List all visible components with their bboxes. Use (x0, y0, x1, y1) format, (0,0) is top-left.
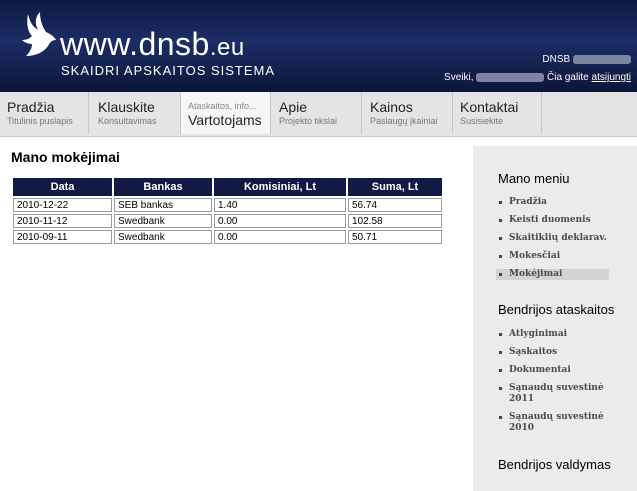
table-header-row: Data Bankas Komisiniai, Lt Suma, Lt (13, 178, 442, 196)
report-item-atlyginimai[interactable]: Atlyginimai (498, 329, 609, 340)
report-item-saskaitos[interactable]: Sąskaitos (498, 347, 609, 358)
table-row: 2010-09-11 Swedbank 0.00 50.71 (13, 230, 442, 244)
table-row: 2010-11-12 Swedbank 0.00 102.58 (13, 214, 442, 228)
cell-date: 2010-11-12 (13, 214, 112, 228)
cell-amount: 102.58 (348, 214, 442, 228)
nav-kainos[interactable]: Kainos Paslaugų įkainiai (363, 92, 453, 134)
cell-bank: Swedbank (114, 214, 212, 228)
my-menu-heading: Mano meniu (498, 171, 570, 186)
cell-bank: Swedbank (114, 230, 212, 244)
sidebar: Mano meniu Pradžia Keisti duomenis Skait… (473, 146, 637, 491)
site-header: www.dnsb.eu SKAIDRI APSKAITOS SISTEMA DN… (0, 0, 637, 92)
nav-title: Vartotojams (188, 112, 262, 128)
column-header-date: Data (13, 178, 112, 196)
nav-kontaktai[interactable]: Kontaktai Susisiekite (453, 92, 542, 134)
greeting-line: Sveiki, Čia galite atsijungti (444, 72, 631, 83)
user-name-redacted (476, 72, 545, 82)
nav-subtitle: Ataskaitos, info... (188, 101, 257, 111)
nav-klauskite[interactable]: Klauskite Konsultavimas (91, 92, 181, 134)
nav-title: Kainos (370, 99, 413, 115)
logout-link[interactable]: atsijungti (592, 72, 631, 83)
report-item-sanaudu-2010[interactable]: Sąnaudų suvestinė 2010 (498, 412, 609, 434)
org-label-line: DNSB (542, 54, 631, 65)
my-menu-list: Pradžia Keisti duomenis Skaitiklių dekla… (496, 197, 609, 287)
report-item-sanaudu-2011[interactable]: Sąnaudų suvestinė 2011 (498, 383, 609, 405)
org-label: DNSB (542, 54, 571, 65)
nav-pradzia[interactable]: Pradžia Titulinis puslapis (0, 92, 89, 134)
greeting-text: Sveiki, (444, 72, 474, 83)
logo-tagline: SKAIDRI APSKAITOS SISTEMA (61, 63, 276, 78)
column-header-amount: Suma, Lt (348, 178, 442, 196)
page-title: Mano mokėjimai (11, 149, 120, 165)
menu-item-pradzia[interactable]: Pradžia (498, 197, 609, 208)
column-header-commission: Komisiniai, Lt (214, 178, 346, 196)
menu-item-skaitikliu-deklarav[interactable]: Skaitiklių deklarav. (498, 233, 609, 244)
menu-item-mokesciai[interactable]: Mokesčiai (498, 251, 609, 262)
board-heading: Bendrijos valdymas (498, 457, 611, 472)
dove-logo-icon (22, 12, 56, 56)
reports-heading: Bendrijos ataskaitos (498, 302, 615, 317)
logout-prefix: Čia galite (547, 72, 589, 83)
logo-domain: www.dnsb (60, 26, 210, 62)
menu-item-mokejimai[interactable]: Mokėjimai (496, 269, 609, 280)
cell-commission: 1.40 (214, 198, 346, 212)
main-nav: Pradžia Titulinis puslapis Klauskite Kon… (0, 92, 637, 137)
column-header-bank: Bankas (114, 178, 212, 196)
nav-title: Kontaktai (460, 99, 519, 115)
nav-vartotojams[interactable]: Ataskaitos, info... Vartotojams (181, 92, 271, 134)
cell-bank: SEB bankas (114, 198, 212, 212)
table-row: 2010-12-22 SEB bankas 1.40 56.74 (13, 198, 442, 212)
org-name-redacted (573, 54, 631, 64)
payments-table: Data Bankas Komisiniai, Lt Suma, Lt 2010… (11, 176, 444, 246)
cell-amount: 56.74 (348, 198, 442, 212)
cell-commission: 0.00 (214, 214, 346, 228)
nav-subtitle: Konsultavimas (98, 116, 157, 126)
nav-subtitle: Projekto tikslai (279, 116, 338, 126)
cell-amount: 50.71 (348, 230, 442, 244)
nav-subtitle: Paslaugų įkainiai (370, 116, 438, 126)
nav-title: Pradžia (7, 99, 55, 115)
cell-date: 2010-09-11 (13, 230, 112, 244)
cell-date: 2010-12-22 (13, 198, 112, 212)
nav-subtitle: Susisiekite (460, 116, 504, 126)
nav-subtitle: Titulinis puslapis (7, 116, 73, 126)
nav-title: Klauskite (98, 99, 155, 115)
nav-title: Apie (279, 99, 308, 115)
nav-apie[interactable]: Apie Projekto tikslai (272, 92, 362, 134)
reports-list: Atlyginimai Sąskaitos Dokumentai Sąnaudų… (498, 329, 609, 441)
cell-commission: 0.00 (214, 230, 346, 244)
report-item-dokumentai[interactable]: Dokumentai (498, 365, 609, 376)
logo-tld: .eu (209, 34, 245, 61)
menu-item-keisti-duomenis[interactable]: Keisti duomenis (498, 215, 609, 226)
site-logo[interactable]: www.dnsb.eu (60, 26, 245, 66)
